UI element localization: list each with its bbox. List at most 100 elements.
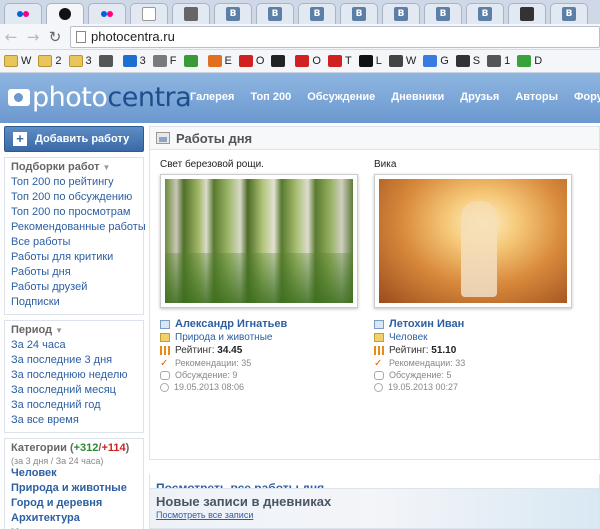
browser-tab[interactable]: B [340, 3, 378, 24]
works-of-day-panel: Свет березовой рощи. Александр Игнатьев … [149, 150, 600, 460]
photo-card: Вика Летохин Иван Человек Рейтинг: 51.10… [374, 159, 574, 393]
bookmark-item[interactable]: S [455, 55, 480, 67]
period-title[interactable]: Период ▼ [11, 324, 137, 336]
nav-item[interactable]: Авторы [515, 91, 558, 103]
browser-tab[interactable] [508, 3, 546, 24]
sidebar-link[interactable]: Все работы [11, 235, 137, 250]
add-work-button[interactable]: + Добавить работу [4, 126, 144, 152]
bookmark-item[interactable]: 3 [122, 55, 146, 67]
browser-tab[interactable] [88, 3, 126, 24]
photo-author[interactable]: Летохин Иван [389, 318, 464, 331]
l-icon [358, 55, 373, 67]
sidebar-link[interactable]: Архитектура [11, 511, 137, 526]
bookmark-item[interactable]: T [327, 55, 352, 67]
user-icon [160, 320, 170, 329]
sidebar-link[interactable]: За последний месяц [11, 383, 137, 398]
vk-icon: B [226, 7, 240, 21]
sidebar-link[interactable]: Подписки [11, 295, 137, 310]
camera-icon [271, 55, 286, 67]
photo-recommendations: Рекомендации: 33 [389, 358, 466, 368]
browser-tab[interactable]: B [256, 3, 294, 24]
nav-item[interactable]: Галерея [190, 91, 234, 103]
sidebar-link[interactable]: Природа и животные [11, 481, 137, 496]
view-all-entries-link[interactable]: Посмотреть все записи [156, 510, 253, 520]
sidebar-link[interactable]: Человек [11, 466, 137, 481]
photo-thumbnail[interactable] [160, 174, 358, 308]
bookmark-item[interactable]: W [4, 55, 31, 67]
nav-item[interactable]: Дневники [391, 91, 444, 103]
forward-arrow-icon[interactable]: → [22, 26, 44, 48]
sidebar-link[interactable]: За последний год [11, 398, 137, 413]
nav-item[interactable]: Обсуждение [307, 91, 375, 103]
bookmark-item[interactable]: D [517, 55, 542, 67]
diary-entries-panel: Новые записи в дневниках Посмотреть все … [149, 488, 600, 529]
photo-comments: Обсуждение: 9 [175, 370, 238, 380]
photo-rating: Рейтинг: 34.45 [175, 345, 243, 356]
sidebar-link[interactable]: Топ 200 по рейтингу [11, 175, 137, 190]
sidebar-link[interactable]: Топ 200 по просмотрам [11, 205, 137, 220]
browser-tab[interactable] [46, 3, 84, 24]
panel-title: Работы дня [176, 130, 253, 146]
photo-title[interactable]: Свет березовой рощи. [160, 159, 360, 170]
sidebar-link[interactable]: Город и деревня [11, 496, 137, 511]
bookmark-item[interactable]: E [207, 55, 232, 67]
nav-item[interactable]: Форум [574, 91, 600, 103]
sidebar-link[interactable]: За последние 3 дня [11, 353, 137, 368]
browser-toolbar: ← → ↻ photocentra.ru [0, 24, 600, 50]
site-logo[interactable]: photocentra [8, 82, 192, 113]
reload-icon[interactable]: ↻ [44, 26, 66, 48]
bookmark-item[interactable]: W [388, 55, 416, 67]
sidebar-link[interactable]: Рекомендованные работы [11, 220, 146, 235]
folder-icon [38, 55, 53, 67]
bookmark-item[interactable]: F [152, 55, 177, 67]
browser-tab[interactable] [4, 3, 42, 24]
bookmark-label: 3 [139, 55, 146, 67]
bookmark-item[interactable]: 2 [38, 55, 62, 67]
back-arrow-icon[interactable]: ← [0, 26, 22, 48]
photo-thumbnail[interactable] [374, 174, 572, 308]
browser-tab[interactable]: B [382, 3, 420, 24]
page-icon [76, 30, 86, 43]
sidebar-link[interactable]: За последнюю неделю [11, 368, 137, 383]
google-icon [423, 55, 438, 67]
rating-bars-icon [374, 346, 384, 355]
photo-author[interactable]: Александр Игнатьев [175, 318, 287, 331]
browser-tab[interactable]: B [424, 3, 462, 24]
browser-tab[interactable]: B [214, 3, 252, 24]
bookmark-item[interactable] [271, 55, 288, 67]
browser-tab[interactable]: B [466, 3, 504, 24]
bookmark-item[interactable] [183, 55, 201, 67]
browser-tab[interactable]: B [298, 3, 336, 24]
nav-item[interactable]: Друзья [460, 91, 499, 103]
bookmark-item[interactable]: 3 [68, 55, 92, 67]
sidebar-link[interactable]: Работы друзей [11, 280, 137, 295]
folder-icon [374, 333, 384, 342]
browser-tab[interactable] [130, 3, 168, 24]
browser-tab[interactable] [172, 3, 210, 24]
comment-bubble-icon [160, 370, 170, 380]
bookmark-item[interactable]: O [238, 55, 264, 67]
chevron-down-icon: ▼ [102, 163, 111, 172]
bookmark-item[interactable]: L [358, 55, 382, 67]
address-bar[interactable]: photocentra.ru [70, 25, 600, 48]
smile-icon [98, 55, 113, 67]
photo-category[interactable]: Человек [389, 331, 428, 344]
bookmark-item[interactable]: G [423, 55, 449, 67]
categories-title: Категории (+312/+114) [11, 442, 130, 454]
sidebar-link[interactable]: Топ 200 по обсуждению [11, 190, 137, 205]
sidebar-link[interactable]: За все время [11, 413, 137, 428]
photo-title[interactable]: Вика [374, 159, 574, 170]
browser-tab[interactable]: B [550, 3, 588, 24]
photo-category[interactable]: Природа и животные [175, 331, 272, 344]
bookmark-label: T [344, 55, 352, 67]
sidebar-link[interactable]: Работы для критики [11, 250, 137, 265]
sidebar-link[interactable]: Работы дня [11, 265, 137, 280]
photo-meta: Летохин Иван Человек Рейтинг: 51.10 ✓ Рек… [374, 318, 574, 393]
nav-item[interactable]: Топ 200 [250, 91, 291, 103]
bookmark-item[interactable]: O [295, 55, 321, 67]
flickr-icon [16, 7, 30, 21]
bookmark-item[interactable] [98, 55, 116, 67]
selections-title[interactable]: Подборки работ ▼ [11, 161, 137, 173]
bookmark-item[interactable]: 1 [487, 55, 510, 67]
sidebar-link[interactable]: За 24 часа [11, 338, 137, 353]
